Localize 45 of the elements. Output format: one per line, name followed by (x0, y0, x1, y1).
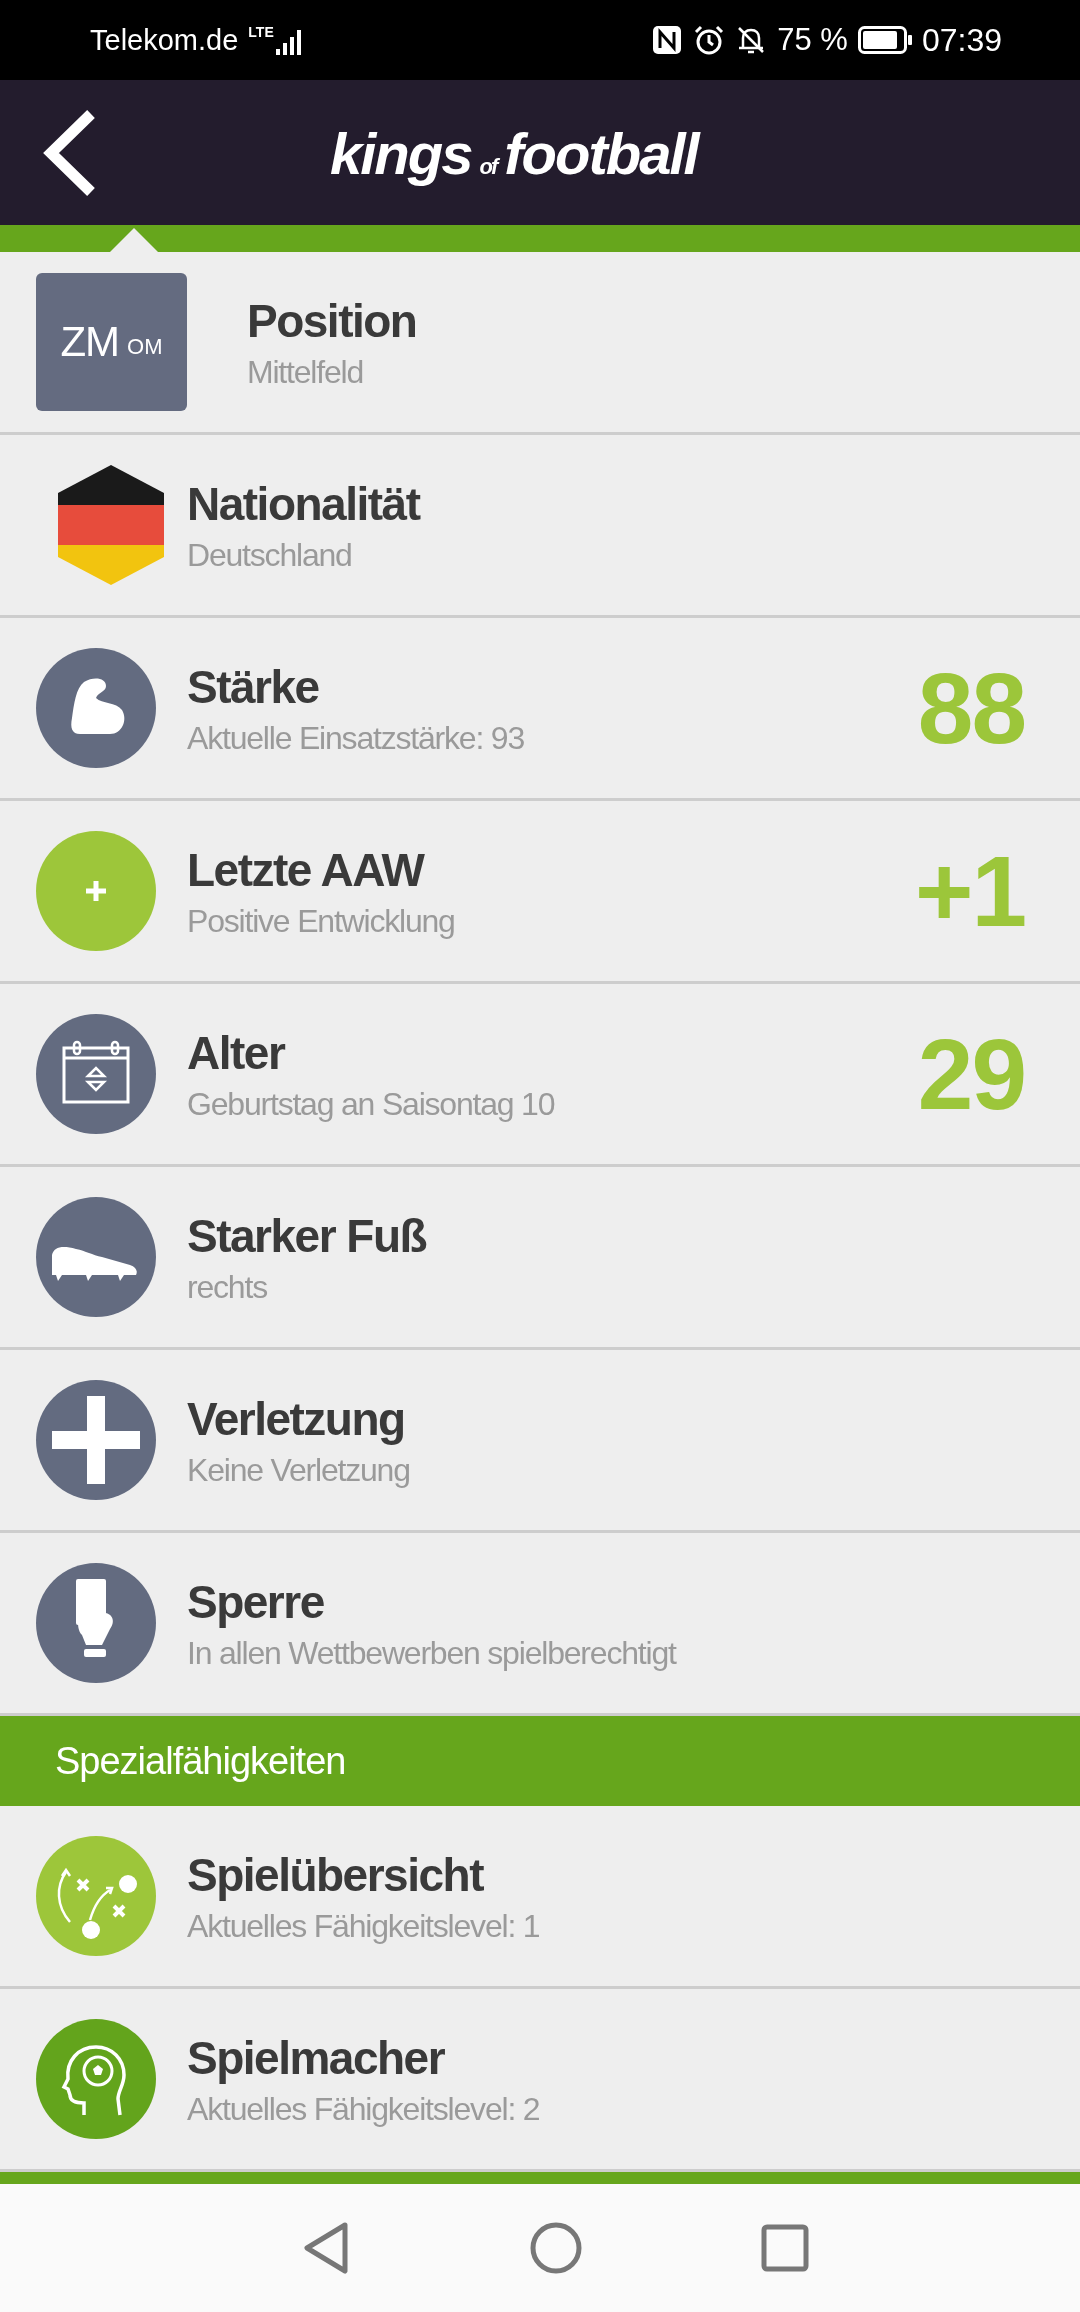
row-subtitle: Deutschland (187, 536, 353, 574)
battery-icon (857, 26, 912, 54)
row-subtitle: Aktuelle Einsatzstärke: 93 (187, 719, 525, 757)
row-subtitle: Positive Entwicklung (187, 902, 456, 940)
row-subtitle: Geburtstag an Saisontag 10 (187, 1085, 556, 1123)
row-title: Spielmacher (187, 2030, 446, 2085)
row-title: Spielübersicht (187, 1847, 485, 1902)
row-value: +1 (915, 833, 1025, 949)
logo-word: football (504, 120, 698, 187)
row-subtitle: In allen Wettbewerben spielberechtigt (187, 1634, 678, 1672)
row-title: Stärke (187, 659, 320, 714)
battery-percent: 75 % (777, 22, 848, 58)
muscle-icon (36, 648, 156, 768)
row-title: Nationalität (187, 476, 421, 531)
logo-word: of (479, 154, 497, 180)
row-subtitle: Aktuelles Fähigkeitslevel: 2 (187, 2090, 541, 2128)
carrier-name: Telekom.de (90, 23, 239, 57)
row-value: 88 (917, 650, 1025, 766)
section-header: Spezialfähigkeiten (0, 1716, 1080, 1806)
row-subtitle: Mittelfeld (247, 353, 365, 391)
network-type: LTE (248, 24, 274, 40)
row-title: Verletzung (187, 1391, 406, 1446)
logo-word: kings (330, 120, 472, 187)
row-value: 29 (917, 1016, 1025, 1132)
alarm-icon (693, 24, 726, 56)
flag-icon (58, 465, 164, 585)
row-subtitle: rechts (187, 1268, 268, 1306)
row-subtitle: Aktuelles Fähigkeitslevel: 1 (187, 1907, 541, 1945)
head-icon (36, 2019, 156, 2139)
row-title: Letzte AAW (187, 842, 426, 897)
boot-icon (36, 1197, 156, 1317)
card-icon (36, 1563, 156, 1683)
clock-time: 07:39 (921, 21, 1002, 59)
nfc-icon (651, 24, 684, 56)
row-title: Position (247, 293, 418, 348)
row-title: Sperre (187, 1574, 325, 1629)
calendar-icon (36, 1014, 156, 1134)
cross-icon (36, 1380, 156, 1500)
position-code: ZM (60, 321, 120, 363)
plus-icon (36, 831, 156, 951)
row-subtitle: Keine Verletzung (187, 1451, 411, 1489)
row-title: Starker Fuß (187, 1208, 428, 1263)
tactics-icon (36, 1836, 156, 1956)
position-code: OM (127, 336, 163, 358)
row-title: Alter (187, 1025, 286, 1080)
